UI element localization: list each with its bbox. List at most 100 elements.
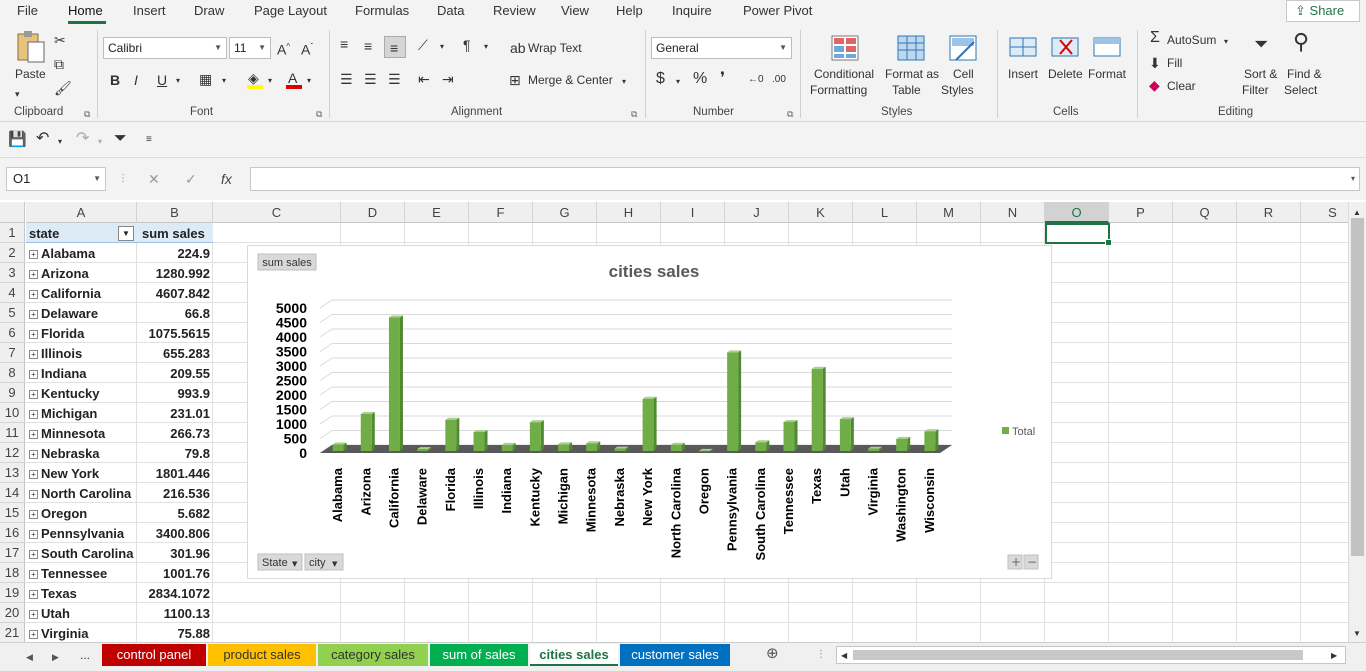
pivot-state-cell[interactable]: + California (26, 284, 136, 304)
sheet-tab[interactable]: product sales (208, 644, 316, 666)
undo-icon[interactable]: ↶ (36, 131, 49, 147)
row-header[interactable]: 14 (0, 483, 25, 503)
pivot-sales-cell[interactable]: 1001.76 (137, 564, 212, 584)
column-header[interactable]: S (1301, 202, 1348, 223)
select-all-corner[interactable] (0, 202, 25, 223)
column-header[interactable]: I (661, 202, 725, 223)
expand-icon[interactable]: + (29, 370, 38, 379)
expand-icon[interactable]: + (29, 550, 38, 559)
column-header[interactable]: K (789, 202, 853, 223)
font-color-icon[interactable]: A (285, 70, 303, 90)
row-header[interactable]: 15 (0, 503, 25, 523)
menu-draw[interactable]: Draw (194, 3, 224, 18)
column-header[interactable]: C (213, 202, 341, 223)
row-header[interactable]: 9 (0, 383, 25, 403)
expand-icon[interactable]: + (29, 610, 38, 619)
font-name-select[interactable]: Calibri ▼ (103, 37, 227, 59)
row-header[interactable]: 21 (0, 623, 25, 642)
pivot-sales-cell[interactable]: 4607.842 (137, 284, 212, 304)
column-header[interactable]: A (26, 202, 137, 223)
sort-filter-line2[interactable]: Filter (1242, 83, 1269, 97)
row-header[interactable]: 19 (0, 583, 25, 603)
align-middle-icon[interactable]: ≡ (364, 38, 372, 54)
increase-decimal-icon[interactable]: ←0 (748, 72, 764, 88)
menu-power-pivot[interactable]: Power Pivot (743, 3, 812, 18)
menu-help[interactable]: Help (616, 3, 643, 18)
customize-qat-icon[interactable]: ≡ (146, 132, 152, 148)
pivot-state-cell[interactable]: + Delaware (26, 304, 136, 324)
prev-sheet-icon[interactable]: ◀ (26, 649, 33, 665)
align-left-icon[interactable]: ☰ (340, 71, 353, 87)
pivot-state-cell[interactable]: + Alabama (26, 244, 136, 264)
cancel-icon[interactable]: ✕ (148, 171, 160, 187)
insert-function-button[interactable]: fx (221, 171, 232, 187)
pivot-state-cell[interactable]: + New York (26, 464, 136, 484)
menu-home[interactable]: Home (68, 3, 103, 18)
underline-button[interactable]: U (157, 72, 167, 88)
increase-font-icon[interactable]: A^ (277, 39, 290, 58)
formula-input[interactable]: ▾ (250, 167, 1360, 191)
pivot-state-cell[interactable]: + Virginia (26, 624, 136, 642)
column-header[interactable]: N (981, 202, 1045, 223)
tab-split-icon[interactable]: ⋮ (816, 647, 826, 663)
horizontal-scrollbar[interactable]: ◀ ▶ (836, 646, 1346, 664)
pivot-state-cell[interactable]: + North Carolina (26, 484, 136, 504)
pivot-sales-cell[interactable]: 75.88 (137, 624, 212, 642)
expand-icon[interactable]: + (29, 330, 38, 339)
pivot-state-cell[interactable]: + Oregon (26, 504, 136, 524)
redo-icon[interactable]: ↷ (76, 131, 89, 147)
autosum-button[interactable]: AutoSum (1167, 33, 1216, 47)
share-button[interactable]: ⇪ Share (1286, 0, 1360, 22)
pivot-state-cell[interactable]: + Texas (26, 584, 136, 604)
find-select-line1[interactable]: Find & (1287, 67, 1322, 81)
column-header[interactable]: D (341, 202, 405, 223)
save-icon[interactable]: 💾 (8, 132, 27, 148)
pivot-state-cell[interactable]: + South Carolina (26, 544, 136, 564)
format-as-table-line1[interactable]: Format as (885, 67, 939, 81)
menu-formulas[interactable]: Formulas (355, 3, 409, 18)
pivot-header-sales[interactable]: sum sales (137, 224, 212, 244)
pivot-sales-cell[interactable]: 1280.992 (137, 264, 212, 284)
pivot-state-cell[interactable]: + Illinois (26, 344, 136, 364)
percent-icon[interactable]: % (693, 71, 707, 87)
borders-icon[interactable]: ▦ (199, 71, 212, 87)
menu-file[interactable]: File (17, 3, 38, 18)
column-header[interactable]: J (725, 202, 789, 223)
scroll-right-icon[interactable]: ▶ (1331, 648, 1337, 664)
insert-cells-button[interactable]: Insert (1008, 67, 1038, 81)
column-header[interactable]: M (917, 202, 981, 223)
pivot-sales-cell[interactable]: 1100.13 (137, 604, 212, 624)
cell-styles-line2[interactable]: Styles (941, 83, 974, 97)
pivot-sales-cell[interactable]: 224.9 (137, 244, 212, 264)
row-header[interactable]: 18 (0, 563, 25, 583)
vertical-scrollbar[interactable]: ▲ ▼ (1348, 202, 1366, 642)
column-header[interactable]: R (1237, 202, 1301, 223)
next-sheet-icon[interactable]: ▶ (52, 649, 59, 665)
expand-icon[interactable]: + (29, 530, 38, 539)
pivot-sales-cell[interactable]: 3400.806 (137, 524, 212, 544)
pivot-sales-cell[interactable]: 1075.5615 (137, 324, 212, 344)
column-header[interactable]: G (533, 202, 597, 223)
pivot-state-cell[interactable]: + Arizona (26, 264, 136, 284)
expand-icon[interactable]: + (29, 490, 38, 499)
menu-view[interactable]: View (561, 3, 589, 18)
pivot-chart[interactable]: sum sales cities sales 0 500 1000 1500 2000 250… (247, 245, 1052, 579)
align-bottom-button[interactable]: ≡ (384, 36, 406, 58)
fill-color-icon[interactable]: ◈ (246, 70, 264, 90)
align-top-icon[interactable]: ≡ (340, 36, 348, 52)
pivot-sales-cell[interactable]: 266.73 (137, 424, 212, 444)
row-header[interactable]: 8 (0, 363, 25, 383)
row-header[interactable]: 5 (0, 303, 25, 323)
sheet-tab[interactable]: sum of sales (430, 644, 528, 666)
sheet-tab[interactable]: customer sales (620, 644, 730, 666)
pivot-sales-cell[interactable]: 209.55 (137, 364, 212, 384)
pivot-sales-cell[interactable]: 79.8 (137, 444, 212, 464)
cut-icon[interactable]: ✂ (54, 32, 66, 48)
align-right-icon[interactable]: ☰ (388, 71, 401, 87)
pivot-state-cell[interactable]: + Michigan (26, 404, 136, 424)
column-header[interactable]: Q (1173, 202, 1237, 223)
conditional-formatting-line1[interactable]: Conditional (814, 67, 874, 81)
delete-cells-button[interactable]: Delete (1048, 67, 1083, 81)
undo-dropdown-icon[interactable]: ▾ (58, 134, 62, 150)
column-header[interactable]: B (137, 202, 213, 223)
